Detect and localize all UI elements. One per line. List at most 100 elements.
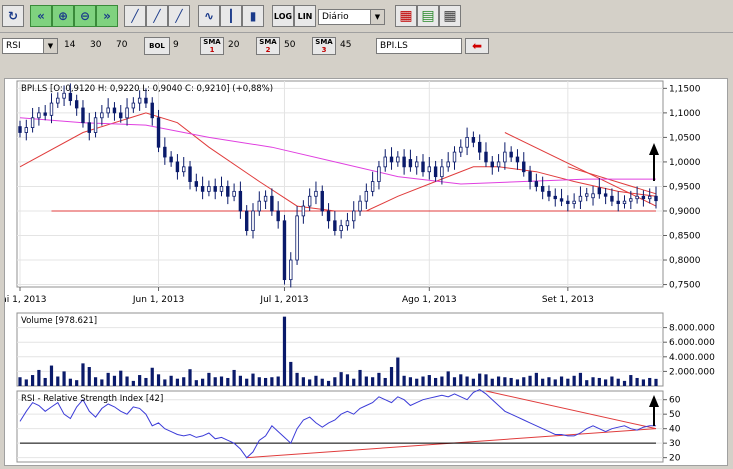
volume-bar bbox=[604, 379, 608, 386]
volume-bar bbox=[119, 370, 123, 386]
bol-value-field[interactable]: 9 bbox=[173, 38, 179, 54]
candle-body bbox=[93, 117, 98, 133]
bol-button[interactable]: BOL bbox=[144, 37, 170, 55]
volume-tick-label: 6.000.000 bbox=[669, 338, 715, 348]
grid-table-icon[interactable]: ▦ bbox=[439, 5, 461, 27]
volume-bar bbox=[339, 372, 343, 386]
candle-body bbox=[459, 146, 463, 153]
volume-bar bbox=[182, 377, 186, 386]
volume-bar bbox=[131, 380, 135, 386]
candle-body bbox=[326, 210, 331, 222]
candle-body bbox=[238, 190, 243, 212]
candle-body bbox=[635, 195, 639, 200]
candle-body bbox=[616, 200, 620, 205]
candle-body bbox=[37, 112, 41, 119]
sma2-sub: 2 bbox=[265, 46, 271, 54]
refresh-icon[interactable]: ↻ bbox=[2, 5, 24, 27]
volume-bar bbox=[56, 376, 60, 386]
volume-bar bbox=[201, 378, 205, 386]
sma3-value-field[interactable]: 45 bbox=[340, 38, 352, 54]
volume-bar bbox=[169, 375, 173, 386]
candle-body bbox=[427, 166, 432, 173]
volume-bar bbox=[648, 377, 652, 386]
candle-body bbox=[654, 195, 658, 202]
candle-body bbox=[87, 122, 91, 133]
date-tick-label: Jul 1, 2013 bbox=[259, 295, 308, 305]
draw-line-3-icon[interactable]: ╱ bbox=[168, 5, 190, 27]
price-tick-label: 0,8500 bbox=[669, 232, 701, 242]
main-toolbar: ↻ «⊕ ⊖» ╱ ╱ ╱ ∿ ┃ ▮ LOG LIN Diário ▼ ▦ ▤ ▦ bbox=[0, 0, 733, 33]
indicator-select[interactable]: RSI ▼ bbox=[2, 38, 58, 54]
rsi-period-field[interactable]: 14 bbox=[64, 38, 76, 54]
volume-bar bbox=[635, 377, 639, 386]
sma1-button[interactable]: SMA 1 bbox=[200, 37, 224, 55]
chart-area: 1,1500 1,1000 1,0500 1,0000 0,9500 0,9000 0,85… bbox=[0, 78, 728, 466]
symbol-input[interactable]: BPI.LS bbox=[376, 38, 462, 54]
volume-bar bbox=[245, 378, 249, 386]
sma2-value-field[interactable]: 50 bbox=[284, 38, 296, 54]
volume-bar bbox=[452, 377, 457, 386]
volume-bar bbox=[276, 376, 280, 386]
volume-bar bbox=[371, 377, 375, 386]
candle-body bbox=[156, 117, 161, 148]
candle-body bbox=[641, 195, 646, 200]
candle-body bbox=[301, 205, 306, 217]
candle-body bbox=[547, 190, 551, 197]
sma3-sub: 3 bbox=[321, 46, 327, 54]
candle-body bbox=[307, 195, 312, 207]
rsi-low-field[interactable]: 30 bbox=[90, 38, 102, 54]
candle-body bbox=[370, 181, 375, 192]
candle-body bbox=[572, 200, 576, 205]
period-select[interactable]: Diário ▼ bbox=[318, 9, 385, 25]
candle-body bbox=[24, 127, 28, 133]
bar-chart-icon[interactable]: ┃ bbox=[220, 5, 242, 27]
sma3-button[interactable]: SMA 3 bbox=[312, 37, 336, 55]
volume-bar bbox=[559, 376, 564, 386]
sma1-value-field[interactable]: 20 bbox=[228, 38, 240, 54]
candle-chart-icon[interactable]: ▮ bbox=[242, 5, 264, 27]
candle-body bbox=[578, 195, 583, 202]
candle-body bbox=[125, 107, 129, 119]
candle-body bbox=[18, 126, 22, 133]
lin-scale-button[interactable]: LIN bbox=[294, 5, 316, 27]
price-tick-label: 0,9500 bbox=[669, 182, 701, 192]
volume-bar bbox=[572, 375, 576, 386]
zoom-out-icon[interactable]: ⊖ bbox=[74, 5, 96, 27]
log-scale-button[interactable]: LOG bbox=[272, 5, 294, 27]
rewind-icon[interactable]: « bbox=[30, 5, 52, 27]
price-tick-label: 1,0000 bbox=[669, 158, 701, 168]
candle-body bbox=[566, 200, 570, 205]
volume-bar bbox=[320, 378, 324, 386]
candle-body bbox=[194, 181, 199, 187]
candle-body bbox=[200, 186, 205, 192]
candle-body bbox=[112, 107, 117, 114]
volume-bar bbox=[106, 372, 110, 386]
sma2-button[interactable]: SMA 2 bbox=[256, 37, 280, 55]
volume-bar bbox=[251, 373, 255, 386]
volume-bar bbox=[585, 380, 589, 386]
rsi-tick-label: 30 bbox=[669, 439, 681, 449]
go-arrow-icon[interactable]: ⬅ bbox=[465, 38, 489, 54]
grid-green-icon[interactable]: ▤ bbox=[417, 5, 439, 27]
candle-body bbox=[534, 181, 539, 187]
candle-body bbox=[540, 186, 545, 192]
rsi-high-field[interactable]: 70 bbox=[116, 38, 128, 54]
candle-body bbox=[163, 146, 167, 158]
candle-body bbox=[244, 210, 249, 231]
volume-tick-label: 4.000.000 bbox=[669, 353, 715, 363]
draw-line-2-icon[interactable]: ╱ bbox=[146, 5, 168, 27]
draw-line-icon[interactable]: ╱ bbox=[124, 5, 146, 27]
candle-body bbox=[207, 186, 211, 192]
candle-body bbox=[440, 166, 444, 178]
zoom-in-icon[interactable]: ⊕ bbox=[52, 5, 74, 27]
forward-icon[interactable]: » bbox=[96, 5, 118, 27]
volume-bar bbox=[219, 376, 224, 386]
line-chart-icon[interactable]: ∿ bbox=[198, 5, 220, 27]
grid-red-icon[interactable]: ▦ bbox=[395, 5, 417, 27]
candle-body bbox=[188, 166, 192, 182]
candle-body bbox=[377, 166, 381, 182]
volume-bar bbox=[408, 377, 413, 386]
volume-bar bbox=[522, 377, 526, 386]
candle-body bbox=[270, 195, 274, 212]
candle-body bbox=[433, 166, 438, 178]
